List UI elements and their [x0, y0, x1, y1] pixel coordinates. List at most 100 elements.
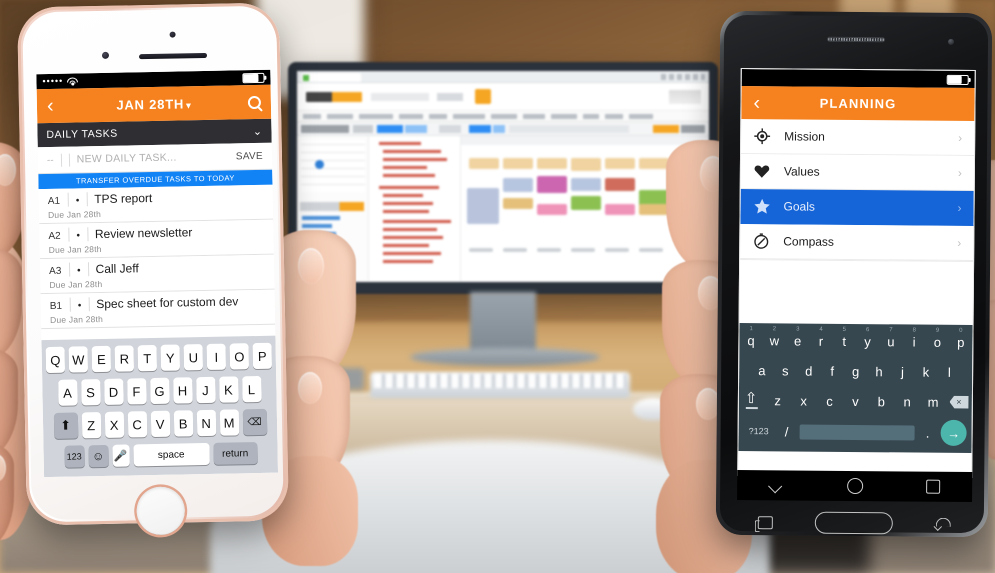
monitor-stand-neck — [470, 292, 536, 356]
key-k[interactable]: k — [914, 357, 938, 387]
key-p[interactable]: P — [252, 342, 273, 370]
key-f[interactable]: F — [126, 378, 147, 405]
enter-key[interactable]: → — [940, 419, 967, 446]
key-y[interactable]: Y — [160, 344, 181, 371]
key-n[interactable]: N — [196, 409, 216, 437]
shift-icon[interactable] — [739, 385, 765, 415]
key-l[interactable]: L — [241, 375, 262, 403]
chevron-right-icon: › — [957, 235, 962, 250]
period-key[interactable]: . — [920, 425, 936, 440]
back-arrow-icon[interactable] — [935, 517, 951, 530]
key-j[interactable]: J — [195, 376, 216, 404]
table-row[interactable]: A3 • Call Jeff Due Jan 28th — [39, 254, 275, 295]
section-header-label: DAILY TASKS — [46, 127, 118, 142]
emoji-icon[interactable]: ☺ — [87, 444, 109, 468]
space-key[interactable] — [799, 424, 915, 441]
key-k[interactable]: K — [218, 376, 239, 403]
key-e[interactable]: 3e — [786, 325, 810, 355]
backspace-icon[interactable]: × — [946, 387, 972, 417]
space-key[interactable]: space — [132, 442, 210, 467]
key-h[interactable]: h — [867, 356, 891, 386]
key-s[interactable]: s — [773, 355, 797, 385]
key-o[interactable]: 9o — [926, 327, 950, 357]
table-row[interactable]: A1 • TPS report Due Jan 28th — [38, 184, 274, 225]
divider — [86, 227, 89, 242]
key-b[interactable]: b — [868, 386, 894, 416]
key-r[interactable]: R — [114, 345, 135, 372]
key-s[interactable]: S — [80, 379, 101, 406]
key-a[interactable]: a — [750, 355, 774, 385]
browser-tab-bar — [297, 71, 709, 83]
key-w[interactable]: W — [68, 346, 89, 373]
circle-icon[interactable] — [847, 477, 864, 495]
shift-icon[interactable]: ⬆ — [53, 412, 78, 439]
key-c[interactable]: C — [127, 411, 147, 438]
key-r[interactable]: 4r — [809, 326, 833, 356]
symbols-key[interactable]: ?123 — [744, 426, 774, 436]
ios-keyboard[interactable]: Q W E R T Y U I O P A S D F G H J K L ⬆ … — [41, 335, 279, 478]
menu-item-goals[interactable]: Goals › — [740, 189, 974, 227]
key-t[interactable]: T — [137, 344, 158, 372]
key-i[interactable]: I — [206, 343, 227, 370]
page-title-text: JAN 28TH — [116, 95, 185, 113]
iphone-sensor-icon — [101, 51, 110, 59]
back-button[interactable]: ‹ — [753, 92, 760, 114]
key-d[interactable]: D — [103, 378, 124, 405]
key-b[interactable]: B — [173, 410, 193, 437]
key-x[interactable]: X — [104, 411, 124, 438]
home-pill-icon[interactable] — [814, 511, 893, 535]
android-hardware-buttons[interactable] — [737, 505, 972, 541]
numbers-key[interactable]: 123 — [63, 445, 85, 468]
menu-item-mission[interactable]: Mission › — [741, 119, 975, 157]
square-icon[interactable] — [926, 479, 941, 494]
key-x[interactable]: x — [791, 385, 817, 415]
key-z[interactable]: z — [765, 385, 791, 415]
android-keyboard[interactable]: 1q 2w 3e 4r 5t 6y 7u 8i 9o 0p a s d f g … — [738, 323, 973, 454]
key-z[interactable]: Z — [81, 412, 101, 439]
save-button[interactable]: SAVE — [236, 150, 263, 162]
new-task-dash: -- — [46, 154, 54, 166]
key-g[interactable]: g — [844, 356, 868, 386]
key-label: r — [818, 333, 824, 349]
chevron-down-icon[interactable] — [769, 481, 784, 490]
key-y[interactable]: 6y — [856, 326, 880, 356]
key-g[interactable]: G — [149, 377, 170, 405]
microphone-icon[interactable]: 🎤 — [111, 444, 130, 467]
key-v[interactable]: v — [842, 386, 868, 416]
return-key[interactable]: return — [212, 442, 258, 465]
key-w[interactable]: 2w — [763, 325, 787, 355]
key-u[interactable]: 7u — [879, 326, 903, 356]
backspace-icon[interactable]: ⌫ — [242, 408, 267, 436]
table-row[interactable]: B1 • Spec sheet for custom dev Due Jan 2… — [40, 289, 276, 330]
key-a[interactable]: A — [57, 379, 78, 406]
key-t[interactable]: 5t — [832, 326, 856, 356]
key-p[interactable]: 0p — [949, 327, 973, 357]
key-v[interactable]: V — [150, 410, 170, 438]
key-q[interactable]: 1q — [739, 325, 763, 355]
slash-key[interactable]: / — [779, 424, 795, 439]
recents-icon[interactable] — [757, 515, 773, 529]
key-c[interactable]: c — [816, 386, 842, 416]
key-j[interactable]: j — [891, 356, 915, 386]
keyboard-row-2: A S D F G H J K L — [45, 375, 273, 406]
search-button[interactable] — [241, 95, 262, 109]
key-l[interactable]: l — [938, 357, 962, 387]
key-h[interactable]: H — [172, 377, 193, 404]
key-d[interactable]: d — [797, 356, 821, 386]
key-i[interactable]: 8i — [902, 326, 926, 356]
android-system-nav[interactable] — [737, 469, 973, 503]
table-row[interactable]: A2 • Review newsletter Due Jan 28th — [39, 219, 274, 260]
key-m[interactable]: m — [920, 387, 946, 417]
back-button[interactable]: ‹ — [47, 95, 67, 117]
new-task-input[interactable]: NEW DAILY TASK... — [77, 151, 229, 166]
menu-item-compass[interactable]: Compass › — [740, 224, 974, 262]
key-e[interactable]: E — [91, 345, 112, 373]
key-n[interactable]: n — [894, 386, 920, 416]
key-u[interactable]: U — [183, 344, 204, 371]
key-m[interactable]: M — [219, 409, 239, 436]
page-title[interactable]: JAN 28TH ▾ — [37, 94, 271, 113]
key-q[interactable]: Q — [45, 346, 66, 374]
key-f[interactable]: f — [820, 356, 844, 386]
key-o[interactable]: O — [229, 343, 250, 370]
menu-item-values[interactable]: Values › — [740, 154, 975, 192]
